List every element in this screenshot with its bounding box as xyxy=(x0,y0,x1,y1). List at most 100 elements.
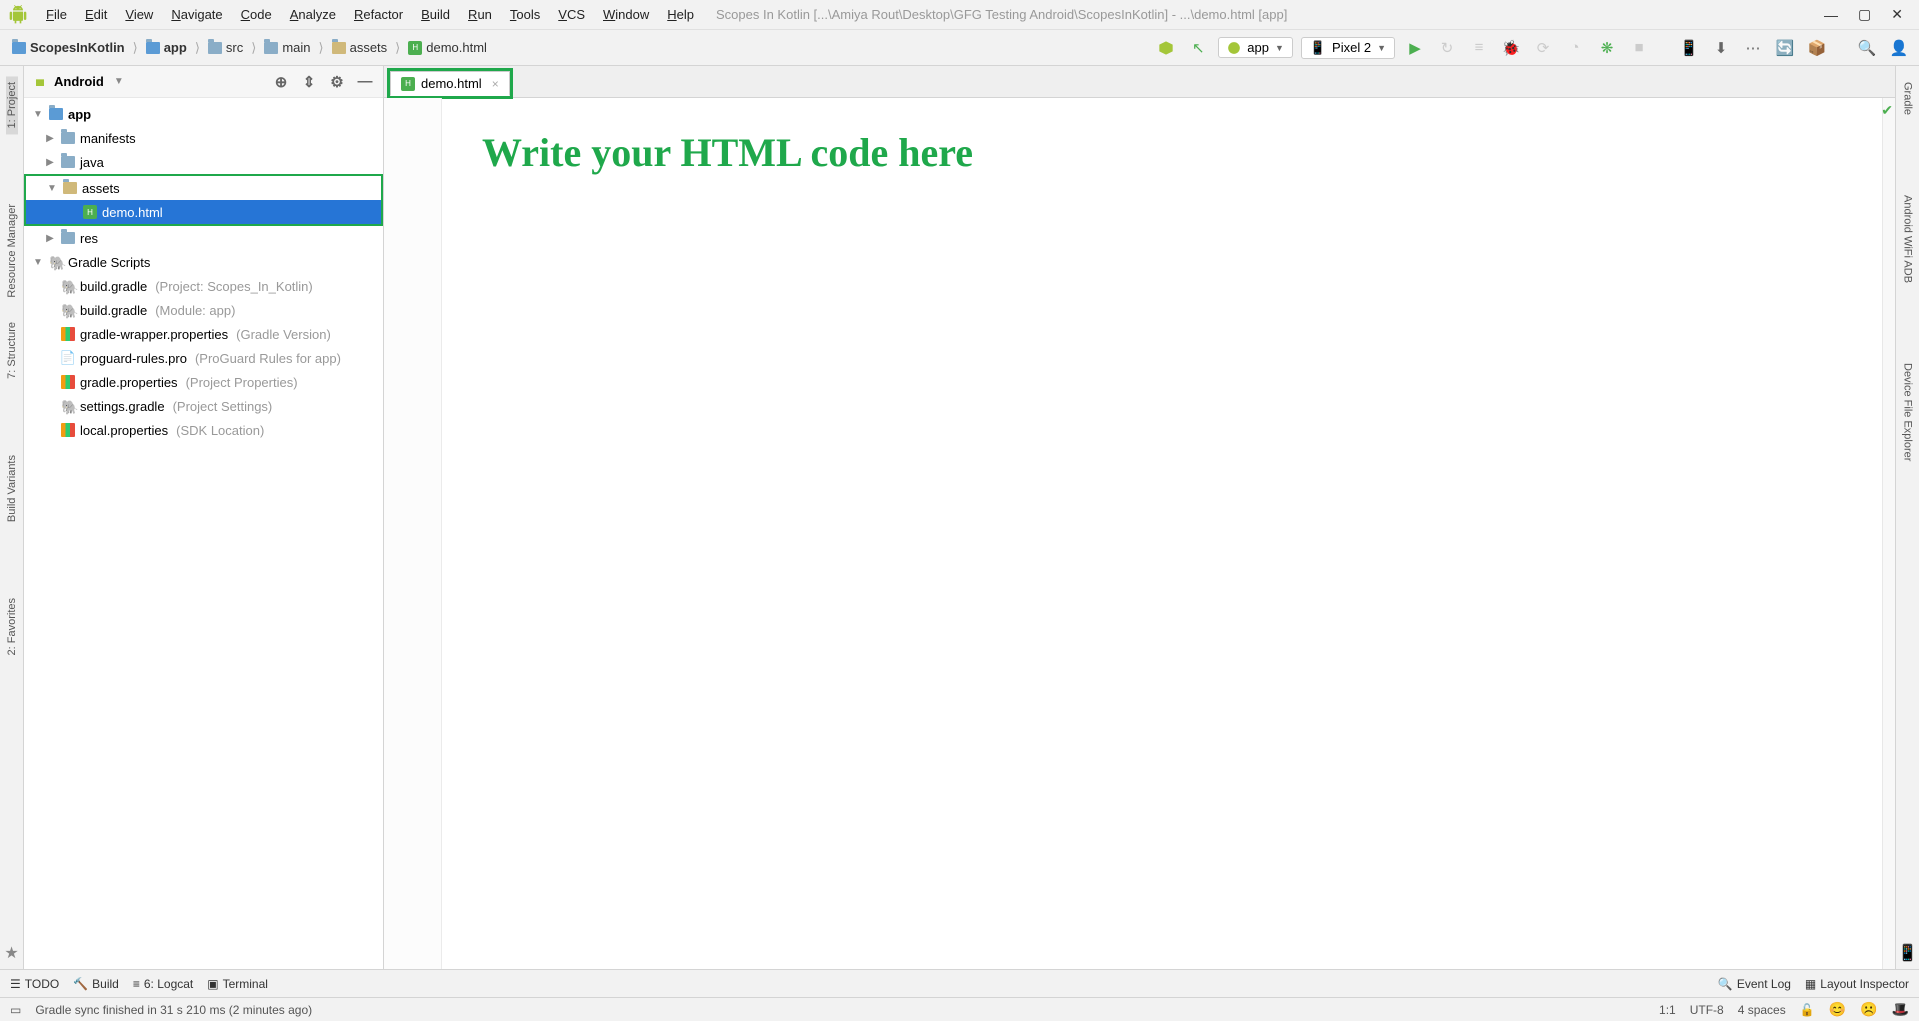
tree-item-assets[interactable]: ▼assets xyxy=(26,176,381,200)
tool-window-button-build-variants[interactable]: Build Variants xyxy=(6,449,18,528)
breadcrumb-assets[interactable]: assets xyxy=(328,38,392,57)
editor-heading-text: Write your HTML code here xyxy=(482,128,1842,178)
menu-view[interactable]: View xyxy=(117,4,161,25)
tree-item-gradle-properties[interactable]: gradle.properties(Project Properties) xyxy=(24,370,383,394)
breadcrumb-separator: ⟩ xyxy=(131,40,140,56)
hide-button[interactable]: — xyxy=(355,73,375,91)
stop-button[interactable]: ■ xyxy=(1627,36,1651,60)
tree-item-java[interactable]: ▶java xyxy=(24,150,383,174)
status-menu-icon[interactable]: ▭ xyxy=(10,1003,21,1017)
run-configuration-selector[interactable]: app ▼ xyxy=(1218,37,1293,58)
breadcrumb-src[interactable]: src xyxy=(204,38,247,57)
sdk-manager-icon[interactable]: ⬇ xyxy=(1709,36,1733,60)
tree-item-demo-html[interactable]: Hdemo.html xyxy=(26,200,381,224)
folder-icon xyxy=(146,42,160,54)
tree-item-gradle-scripts[interactable]: ▼🐘Gradle Scripts xyxy=(24,250,383,274)
inspector-icon[interactable]: 🎩 xyxy=(1892,1001,1909,1018)
chevron-down-icon[interactable]: ▼ xyxy=(32,109,44,120)
sync-gradle-icon[interactable]: 🔄 xyxy=(1773,36,1797,60)
tree-item-app[interactable]: ▼app xyxy=(24,102,383,126)
menu-code[interactable]: Code xyxy=(233,4,280,25)
chevron-right-icon[interactable]: ▶ xyxy=(44,233,56,244)
favorites-icon[interactable]: ★ xyxy=(4,943,18,963)
tree-item-res[interactable]: ▶res xyxy=(24,226,383,250)
menu-window[interactable]: Window xyxy=(595,4,657,25)
layout-inspector-button[interactable]: ▦Layout Inspector xyxy=(1805,977,1909,991)
menu-navigate[interactable]: Navigate xyxy=(163,4,230,25)
sad-face-icon[interactable]: ☹️ xyxy=(1860,1001,1877,1018)
lock-icon[interactable]: 🔓 xyxy=(1800,1003,1815,1017)
minimize-button[interactable]: — xyxy=(1824,7,1838,23)
maximize-button[interactable]: ▢ xyxy=(1858,6,1871,23)
file-encoding[interactable]: UTF-8 xyxy=(1690,1003,1724,1017)
toolbox-icon[interactable]: 📦 xyxy=(1805,36,1829,60)
apply-changes-button[interactable]: ≡ xyxy=(1467,36,1491,60)
chevron-right-icon[interactable]: ▶ xyxy=(44,157,56,168)
menu-analyze[interactable]: Analyze xyxy=(282,4,344,25)
breadcrumb-demo-html[interactable]: Hdemo.html xyxy=(404,38,491,57)
more-icon[interactable]: ⋯ xyxy=(1741,36,1765,60)
tree-item-build-gradle[interactable]: 🐘build.gradle(Module: app) xyxy=(24,298,383,322)
tool-window-button-resource-manager[interactable]: Resource Manager xyxy=(6,198,18,304)
close-button[interactable]: ✕ xyxy=(1891,6,1903,23)
tree-item-local-properties[interactable]: local.properties(SDK Location) xyxy=(24,418,383,442)
indent-setting[interactable]: 4 spaces xyxy=(1738,1003,1786,1017)
sync-icon[interactable]: ↖ xyxy=(1186,36,1210,60)
logcat-tool-button[interactable]: ≡6: Logcat xyxy=(133,977,193,991)
avd-manager-icon[interactable]: 📱 xyxy=(1677,36,1701,60)
menu-file[interactable]: File xyxy=(38,4,75,25)
event-log-button[interactable]: 🔍Event Log xyxy=(1718,977,1791,991)
tree-item-settings-gradle[interactable]: 🐘settings.gradle(Project Settings) xyxy=(24,394,383,418)
menu-edit[interactable]: Edit xyxy=(77,4,115,25)
toolbar: ↖ app ▼ 📱 Pixel 2 ▼ ▶ ↻ ≡ 🐞 ⟳ ◔ ❋ ■ 📱 ⬇ … xyxy=(1154,36,1911,60)
device-selector[interactable]: 📱 Pixel 2 ▼ xyxy=(1301,37,1395,59)
tool-window-button-android-wifi-adb[interactable]: Android WiFi ADB xyxy=(1902,189,1914,289)
breadcrumb-scopesinkotlin[interactable]: ScopesInKotlin xyxy=(8,38,129,57)
rerun-button[interactable]: ↻ xyxy=(1435,36,1459,60)
debug-button[interactable]: 🐞 xyxy=(1499,36,1523,60)
tool-window-button-gradle[interactable]: Gradle xyxy=(1902,76,1914,121)
device-icon[interactable]: 📱 xyxy=(1898,943,1918,963)
menu-help[interactable]: Help xyxy=(659,4,702,25)
close-tab-icon[interactable]: × xyxy=(492,77,499,91)
tool-window-button-2-favorites[interactable]: 2: Favorites xyxy=(6,592,18,661)
select-opened-file-icon[interactable]: ⊕ xyxy=(271,73,291,91)
menu-refactor[interactable]: Refactor xyxy=(346,4,411,25)
user-icon[interactable]: 👤 xyxy=(1887,36,1911,60)
todo-tool-button[interactable]: ☰TODO xyxy=(10,977,59,991)
antenna-icon[interactable] xyxy=(1154,36,1178,60)
attach-debugger-button[interactable]: ❋ xyxy=(1595,36,1619,60)
build-tool-button[interactable]: 🔨Build xyxy=(73,977,119,991)
tree-item-proguard-rules-pro[interactable]: 📄proguard-rules.pro(ProGuard Rules for a… xyxy=(24,346,383,370)
menu-build[interactable]: Build xyxy=(413,4,458,25)
caret-position[interactable]: 1:1 xyxy=(1659,1003,1676,1017)
chevron-down-icon[interactable]: ▼ xyxy=(114,76,124,87)
settings-button[interactable]: ⚙ xyxy=(327,73,347,91)
breadcrumb-main[interactable]: main xyxy=(260,38,314,57)
profiler-button[interactable]: ◔ xyxy=(1563,36,1587,60)
coverage-button[interactable]: ⟳ xyxy=(1531,36,1555,60)
happy-face-icon[interactable]: 😊 xyxy=(1829,1001,1846,1018)
module-icon xyxy=(48,108,64,120)
chevron-down-icon[interactable]: ▼ xyxy=(32,257,44,268)
collapse-all-icon[interactable]: ⇕ xyxy=(299,73,319,91)
project-view-mode[interactable]: Android xyxy=(54,74,104,89)
menu-vcs[interactable]: VCS xyxy=(550,4,593,25)
tool-window-button-7-structure[interactable]: 7: Structure xyxy=(6,316,18,385)
tool-window-button-device-file-explorer[interactable]: Device File Explorer xyxy=(1902,357,1914,467)
breadcrumb-app[interactable]: app xyxy=(142,38,191,57)
menu-run[interactable]: Run xyxy=(460,4,500,25)
search-button[interactable]: 🔍 xyxy=(1855,36,1879,60)
tool-window-button-1-project[interactable]: 1: Project xyxy=(6,76,18,134)
editor-content[interactable]: Write your HTML code here xyxy=(442,98,1883,969)
analysis-ok-icon[interactable]: ✔ xyxy=(1881,102,1893,119)
chevron-right-icon[interactable]: ▶ xyxy=(44,133,56,144)
menu-tools[interactable]: Tools xyxy=(502,4,548,25)
terminal-tool-button[interactable]: ▣Terminal xyxy=(207,977,268,991)
tree-item-manifests[interactable]: ▶manifests xyxy=(24,126,383,150)
run-button[interactable]: ▶ xyxy=(1403,36,1427,60)
chevron-down-icon[interactable]: ▼ xyxy=(46,183,58,194)
editor-tab-demo-html[interactable]: H demo.html × xyxy=(390,71,510,96)
tree-item-gradle-wrapper-properties[interactable]: gradle-wrapper.properties(Gradle Version… xyxy=(24,322,383,346)
tree-item-build-gradle[interactable]: 🐘build.gradle(Project: Scopes_In_Kotlin) xyxy=(24,274,383,298)
